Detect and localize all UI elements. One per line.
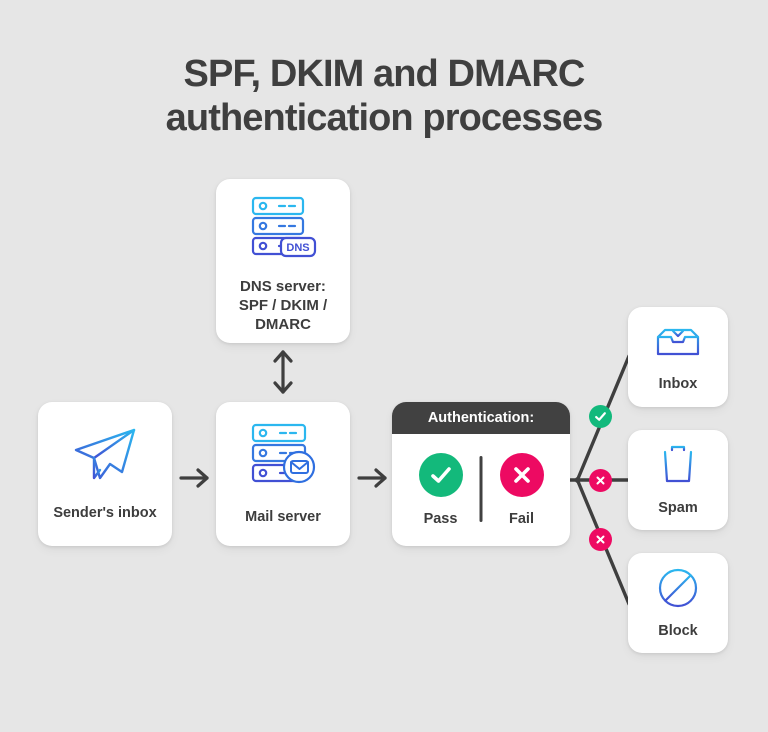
arrow-sender-to-mail-icon [179,468,209,488]
mail-server-icon [247,422,319,488]
auth-label-fail: Fail [509,511,534,527]
check-circle-icon [418,453,463,497]
envelope-badge-icon [282,450,316,483]
check-circle-small-icon [589,405,612,428]
node-card-dns-server[interactable]: DNS DNS server: SPF / DKIM / DMARC [216,179,350,343]
block-circle-icon [656,566,700,610]
paper-plane-icon [72,426,138,482]
node-card-spam[interactable]: Spam [628,430,728,530]
dns-badge-icon: DNS [279,236,317,258]
node-card-mail-server[interactable]: Mail server [216,402,350,546]
authentication-header: Authentication: [392,402,570,434]
auth-result-fail: Fail [487,453,557,527]
node-card-authentication[interactable]: Authentication: Pass Fail [392,402,570,546]
auth-divider [479,456,483,522]
x-circle-icon [499,453,544,497]
card-label-dns: DNS server: SPF / DKIM / DMARC [238,278,328,333]
card-label-spam: Spam [658,499,698,516]
authentication-body: Pass Fail [392,434,570,546]
inbox-tray-icon [654,320,702,363]
arrow-dns-to-mail-icon [273,350,293,394]
node-card-senders-inbox[interactable]: Sender's inbox [38,402,172,546]
node-card-block[interactable]: Block [628,553,728,653]
node-card-inbox[interactable]: Inbox [628,307,728,407]
card-label-block: Block [658,622,698,639]
svg-text:DNS: DNS [286,242,309,254]
card-label-inbox: Inbox [658,375,698,392]
page-title: SPF, DKIM and DMARC authentication proce… [165,53,604,139]
auth-result-pass: Pass [406,453,476,527]
diagram-canvas: SPF, DKIM and DMARC authentication proce… [0,0,768,732]
card-label-mail-server: Mail server [245,508,321,525]
card-label-sender: Sender's inbox [53,504,157,521]
dns-server-icon: DNS [247,195,319,261]
x-circle-small-icon-spam [589,469,612,492]
x-circle-small-icon-block [589,528,612,551]
trash-can-icon [656,443,700,487]
auth-label-pass: Pass [423,511,458,527]
arrow-mail-to-auth-icon [357,468,387,488]
